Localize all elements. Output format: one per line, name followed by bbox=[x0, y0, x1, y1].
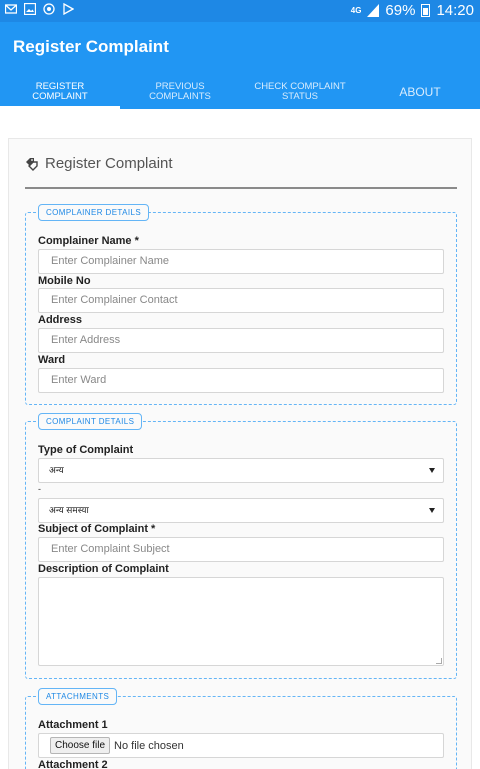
complaint-details-section: Complaint Details Type of Complaint अन्य… bbox=[25, 413, 457, 679]
complainer-details-legend: Complainer Details bbox=[38, 204, 150, 221]
form-header: Register Complaint bbox=[25, 155, 173, 172]
complaint-type-label: Type of Complaint bbox=[38, 444, 134, 456]
system-indicators: 4G 69% 14:20 bbox=[351, 2, 474, 19]
heading-divider bbox=[25, 187, 457, 189]
battery-icon bbox=[421, 4, 431, 17]
network-type: 4G bbox=[350, 6, 362, 15]
subtype-label: - bbox=[38, 484, 41, 494]
attachment-1-input[interactable]: Choose file No file chosen bbox=[38, 733, 444, 758]
choose-file-button[interactable]: Choose file bbox=[50, 737, 111, 754]
image-icon bbox=[24, 3, 36, 15]
chevron-down-icon bbox=[429, 468, 435, 473]
tab-previous-complaints[interactable]: Previous Complaints bbox=[120, 74, 240, 109]
tab-about[interactable]: About bbox=[360, 74, 480, 109]
battery-percent: 69% bbox=[385, 2, 416, 19]
circle-icon bbox=[43, 3, 55, 15]
clock: 14:20 bbox=[436, 2, 474, 19]
chevron-down-icon bbox=[429, 508, 435, 513]
complaint-type-select[interactable]: अन्य bbox=[38, 458, 444, 483]
content-area: Register Complaint Complainer Details Co… bbox=[0, 109, 480, 769]
ward-input[interactable]: Enter Ward bbox=[38, 368, 444, 393]
address-input[interactable]: Enter Address bbox=[38, 328, 444, 353]
complaint-subject-input[interactable]: Enter Complaint Subject bbox=[38, 537, 444, 562]
ward-label: Ward bbox=[38, 354, 66, 366]
status-bar: 4G 69% 14:20 bbox=[0, 0, 480, 22]
tab-check-complaint-status[interactable]: Check Complaint Status bbox=[240, 74, 360, 109]
attachments-legend: Attachments bbox=[38, 688, 118, 705]
notification-icons bbox=[5, 3, 74, 15]
app-bar: Register Complaint Register Complaint Pr… bbox=[0, 22, 480, 109]
tab-register-complaint[interactable]: Register Complaint bbox=[0, 74, 120, 109]
attachment-1-label: Attachment 1 bbox=[38, 719, 108, 731]
tags-icon bbox=[26, 157, 38, 171]
complainer-name-label: Complainer Name * bbox=[38, 235, 139, 247]
complainer-name-input[interactable]: Enter Complainer Name bbox=[38, 249, 444, 274]
complaint-subtype-select[interactable]: अन्य समस्या bbox=[38, 498, 444, 523]
form-heading: Register Complaint bbox=[45, 155, 173, 172]
attachment-2-label: Attachment 2 bbox=[38, 759, 108, 769]
attachments-section: Attachments Attachment 1 Choose file No … bbox=[25, 688, 457, 769]
tab-bar: Register Complaint Previous Complaints C… bbox=[0, 74, 480, 109]
mail-icon bbox=[5, 4, 17, 14]
mobile-no-input[interactable]: Enter Complainer Contact bbox=[38, 288, 444, 313]
address-label: Address bbox=[38, 314, 83, 326]
complaint-subtype-value: अन्य समस्या bbox=[49, 505, 89, 515]
complaint-subject-label: Subject of Complaint * bbox=[38, 523, 156, 535]
complaint-details-legend: Complaint Details bbox=[38, 413, 143, 430]
resize-handle[interactable] bbox=[436, 658, 442, 664]
signal-icon bbox=[367, 4, 380, 17]
no-file-text: No file chosen bbox=[114, 739, 184, 752]
complaint-type-value: अन्य bbox=[49, 465, 64, 475]
play-icon bbox=[63, 3, 74, 15]
complaint-description-textarea[interactable] bbox=[38, 577, 444, 666]
complaint-description-label: Description of Complaint bbox=[38, 563, 169, 575]
register-form-card: Register Complaint Complainer Details Co… bbox=[8, 138, 472, 769]
app-title: Register Complaint bbox=[13, 37, 169, 56]
complainer-details-section: Complainer Details Complainer Name * Ent… bbox=[25, 204, 457, 405]
mobile-no-label: Mobile No bbox=[38, 275, 91, 287]
